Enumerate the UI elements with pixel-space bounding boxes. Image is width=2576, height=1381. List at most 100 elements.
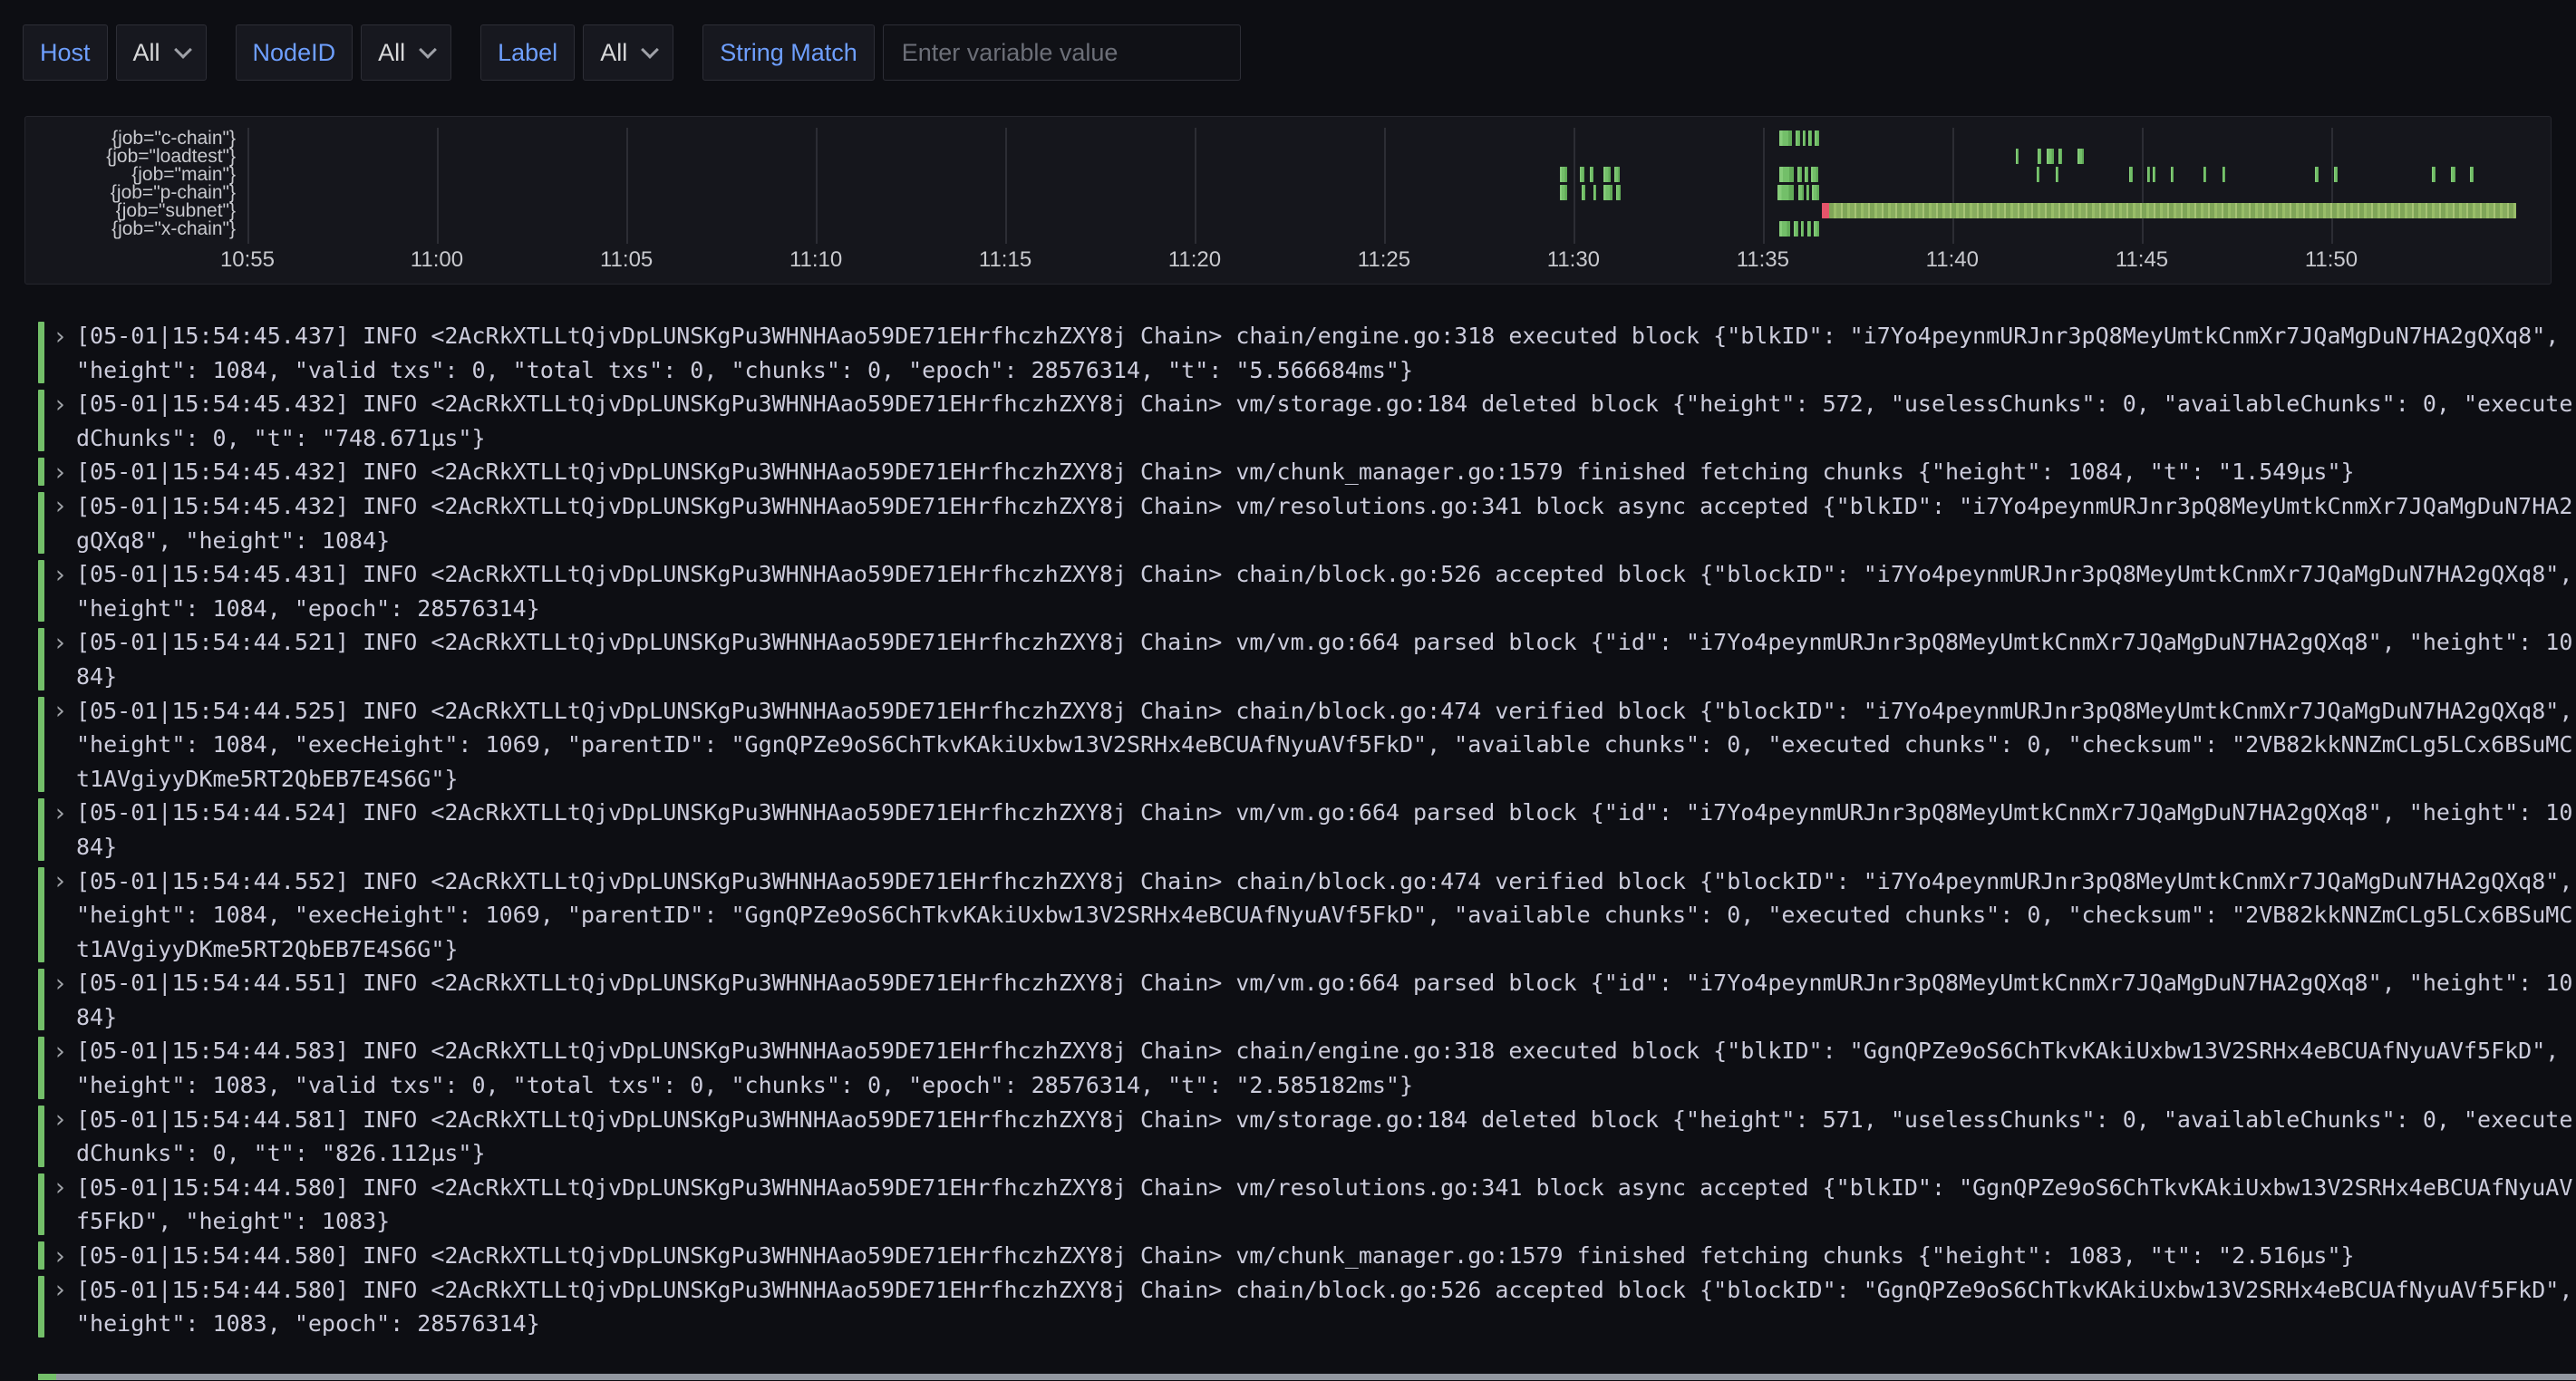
timeline-segment-green [1806, 185, 1809, 200]
expand-chevron-icon[interactable]: › [53, 489, 67, 524]
variable-label-string-match: String Match [702, 24, 875, 81]
log-line-text: [05-01|15:54:44.551] INFO <2AcRkXTLLtQjv… [76, 966, 2574, 1034]
log-row[interactable]: › [05-01|15:54:44.525] INFO <2AcRkXTLLtQj… [24, 694, 2576, 797]
x-axis-tick-label: 11:25 [1358, 247, 1410, 273]
timeline-segment-green [1794, 221, 1798, 237]
log-row[interactable]: › [05-01|15:54:45.432] INFO <2AcRkXTLLtQj… [24, 489, 2576, 557]
log-line-text: [05-01|15:54:45.432] INFO <2AcRkXTLLtQjv… [76, 489, 2574, 557]
log-level-indicator-info [38, 322, 44, 383]
log-row[interactable]: › [05-01|15:54:44.580] INFO <2AcRkXTLLtQj… [24, 1273, 2576, 1341]
chevron-down-icon [641, 41, 659, 59]
timeline-segment-green [1779, 221, 1790, 237]
variable-select-host[interactable]: All [116, 24, 207, 81]
timeline-segment-green [2147, 167, 2150, 182]
timeline-segment-green [1603, 185, 1612, 200]
expand-chevron-icon[interactable]: › [53, 864, 67, 899]
log-row[interactable]: ›[05-01|15:54:44.580] INFO <2AcRkXTLLtQj… [24, 1171, 2576, 1239]
timeline-segment-green [1560, 185, 1567, 200]
timeline-series-label: {job="x-chain"} [25, 220, 236, 238]
expand-chevron-icon[interactable]: › [53, 319, 67, 353]
timeline-segment-green [2153, 167, 2155, 182]
timeline-row [235, 203, 2539, 218]
variable-label-nodeid: NodeID [236, 24, 353, 81]
chevron-down-icon [174, 41, 192, 59]
log-row[interactable]: › [05-01|15:54:44.580] INFO <2AcRkXTLLtQj… [24, 1239, 2576, 1273]
x-axis-tick-label: 11:20 [1168, 247, 1221, 273]
log-row[interactable]: ›[05-01|15:54:44.524] INFO <2AcRkXTLLtQj… [24, 796, 2576, 864]
timeline-segment-green [1815, 130, 1819, 146]
timeline-segment-green [2223, 167, 2225, 182]
variable-group-host: HostAll [23, 24, 207, 81]
log-level-indicator-info [38, 798, 44, 860]
log-line-text: [05-01|15:54:45.432] INFO <2AcRkXTLLtQjv… [76, 387, 2574, 455]
timeline-segment-green [1777, 185, 1794, 200]
x-axis-tick-label: 10:55 [220, 247, 275, 273]
timeline-segment-green [2203, 167, 2206, 182]
log-line-text: [05-01|15:54:44.580] INFO <2AcRkXTLLtQjv… [76, 1239, 2574, 1273]
timeline-x-axis: 10:5511:0011:0511:1011:1511:2011:2511:30… [235, 247, 2539, 276]
expand-chevron-icon[interactable]: › [53, 796, 67, 830]
timeline-segment-green [2077, 149, 2084, 164]
timeline-series-label: {job="p-chain"} [25, 184, 236, 202]
log-line-text: [05-01|15:54:45.431] INFO <2AcRkXTLLtQjv… [76, 557, 2574, 625]
expand-chevron-icon[interactable]: › [53, 694, 67, 729]
expand-chevron-icon[interactable]: › [53, 1239, 67, 1273]
expand-chevron-icon[interactable]: › [53, 966, 67, 1000]
timeline-segment-green [2171, 167, 2174, 182]
timeline-segment-green [2038, 149, 2041, 164]
log-line-text: [05-01|15:54:44.583] INFO <2AcRkXTLLtQjv… [76, 1034, 2574, 1102]
timeline-row [235, 149, 2539, 164]
timeline-segment-green [2058, 149, 2062, 164]
timeline-series-label: {job="main"} [25, 166, 236, 184]
log-row[interactable]: › [05-01|15:54:44.551] INFO <2AcRkXTLLtQj… [24, 966, 2576, 1034]
log-row[interactable]: › [05-01|15:54:44.583] INFO <2AcRkXTLLtQj… [24, 1034, 2576, 1102]
expand-chevron-icon[interactable]: › [53, 625, 67, 660]
timeline-segment-olive [1829, 203, 2516, 218]
timeline-segment-green [1603, 167, 1611, 182]
timeline-row [235, 130, 2539, 146]
log-level-indicator-info [38, 697, 44, 793]
log-row[interactable]: › [05-01|15:54:45.431] INFO <2AcRkXTLLtQj… [24, 557, 2576, 625]
expand-chevron-icon[interactable]: › [53, 1103, 67, 1137]
log-line-text: [05-01|15:54:44.580] INFO <2AcRkXTLLtQjv… [76, 1273, 2574, 1341]
expand-chevron-icon[interactable]: › [53, 1273, 67, 1308]
log-row[interactable]: › [05-01|15:54:44.581] INFO <2AcRkXTLLtQj… [24, 1103, 2576, 1171]
expand-chevron-icon[interactable]: › [53, 455, 67, 489]
timeline-segment-green [1814, 221, 1819, 237]
log-row[interactable]: › [05-01|15:54:45.432] INFO <2AcRkXTLLtQj… [24, 387, 2576, 455]
timeline-segment-green [1808, 130, 1812, 146]
timeline-plot[interactable] [235, 128, 2539, 244]
timeline-segment-green [2037, 167, 2039, 182]
log-row[interactable]: ›[05-01|15:54:45.437] INFO <2AcRkXTLLtQj… [24, 319, 2576, 387]
timeline-segment-green [1582, 185, 1585, 200]
x-axis-tick-label: 11:10 [789, 247, 842, 273]
timeline-segment-green [1798, 185, 1804, 200]
expand-chevron-icon[interactable]: › [53, 557, 67, 592]
variable-group-string-match: String MatchEnter variable value [702, 24, 1241, 81]
timeline-segment-green [1779, 167, 1794, 182]
log-row[interactable]: ›[05-01|15:54:44.552] INFO <2AcRkXTLLtQj… [24, 864, 2576, 967]
timeline-segment-green [1803, 130, 1806, 146]
log-line-text: [05-01|15:54:44.581] INFO <2AcRkXTLLtQjv… [76, 1103, 2574, 1171]
log-row[interactable]: ›[05-01|15:54:44.521] INFO <2AcRkXTLLtQj… [24, 625, 2576, 693]
variable-selected-value: All [133, 39, 160, 67]
variable-select-label[interactable]: All [583, 24, 673, 81]
expand-chevron-icon[interactable]: › [53, 1171, 67, 1205]
timeline-segment-green [1779, 130, 1792, 146]
log-row[interactable]: ›[05-01|15:54:45.432] INFO <2AcRkXTLLtQj… [24, 455, 2576, 489]
expand-chevron-icon[interactable]: › [53, 387, 67, 421]
log-line-text: [05-01|15:54:44.525] INFO <2AcRkXTLLtQjv… [76, 694, 2574, 797]
log-level-indicator-info [38, 458, 44, 486]
timeline-segment-green [2334, 167, 2338, 182]
x-axis-tick-label: 11:35 [1737, 247, 1789, 273]
variable-select-nodeid[interactable]: All [361, 24, 451, 81]
timeline-segment-green [1580, 167, 1584, 182]
variable-selected-value: All [378, 39, 405, 67]
log-level-indicator-info [38, 1037, 44, 1098]
log-level-indicator-info [38, 628, 44, 690]
variable-input-string-match[interactable]: Enter variable value [883, 24, 1241, 81]
horizontal-scrollbar[interactable] [56, 1374, 2576, 1380]
expand-chevron-icon[interactable]: › [53, 1034, 67, 1068]
timeline-segment-green [2016, 149, 2019, 164]
log-level-indicator-info [38, 492, 44, 554]
